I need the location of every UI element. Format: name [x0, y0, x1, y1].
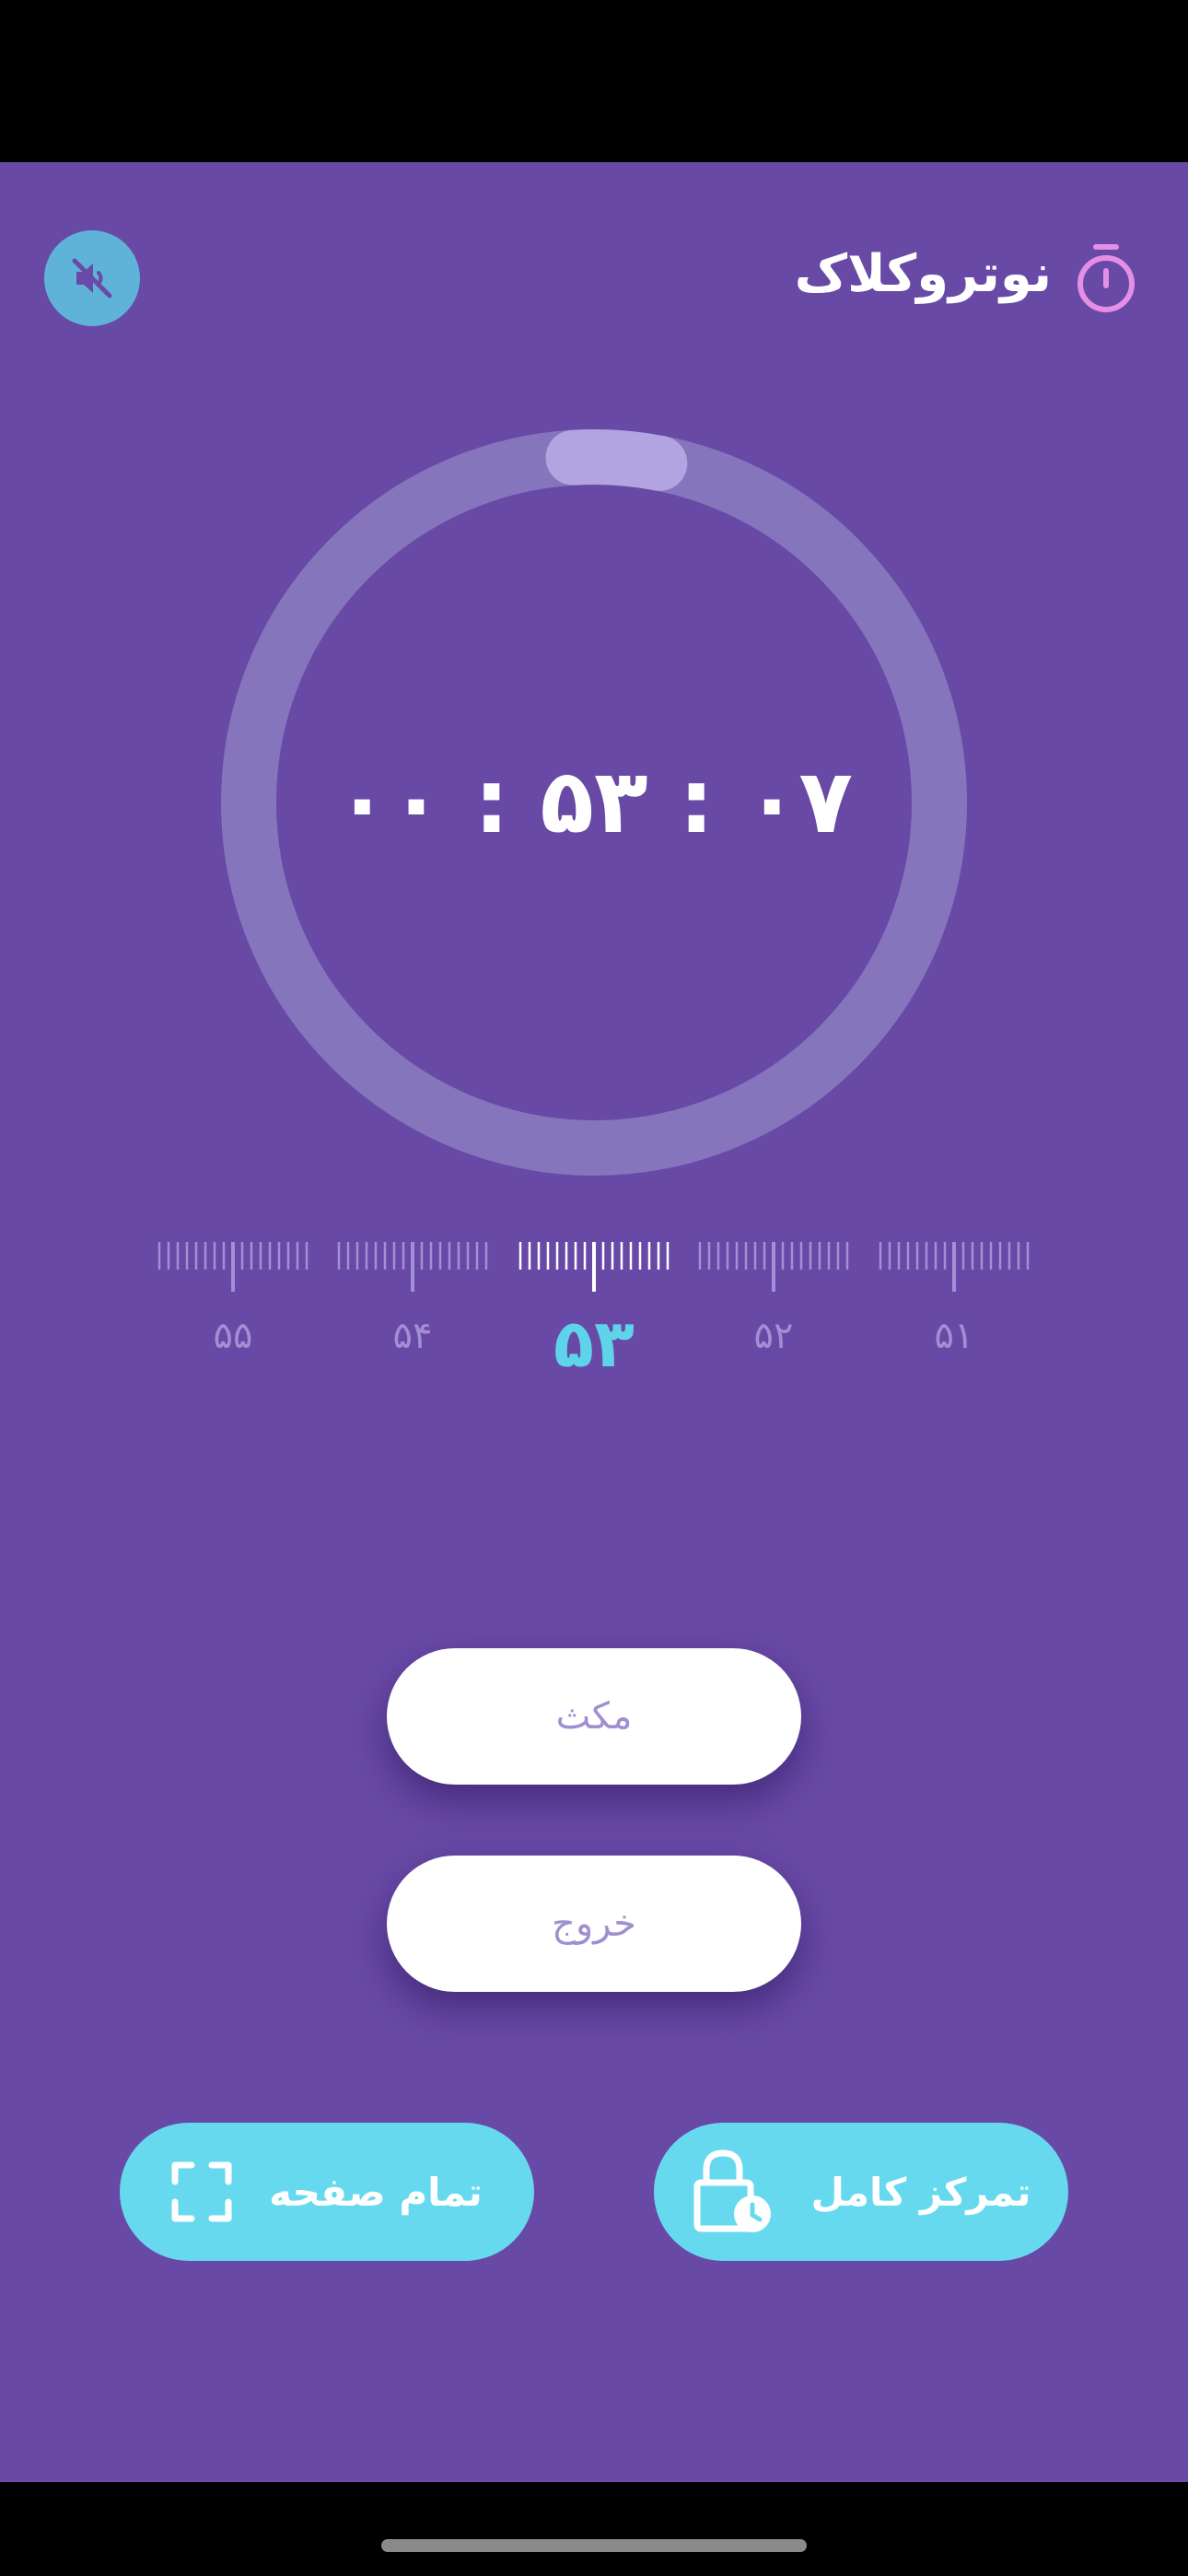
progress-ring-indicator: [545, 429, 688, 491]
exit-button[interactable]: خروج: [387, 1856, 801, 1992]
ruler-label[interactable]: ۵۱: [899, 1308, 1009, 1364]
pause-button[interactable]: مکث: [387, 1648, 801, 1785]
fullscreen-icon: [171, 2161, 232, 2222]
full-focus-button[interactable]: تمرکز کامل: [654, 2123, 1068, 2261]
full-focus-button-label: تمرکز کامل: [810, 2169, 1031, 2215]
ruler-label[interactable]: ۵۴: [357, 1308, 468, 1364]
ruler-label[interactable]: ۵۵: [178, 1308, 288, 1364]
screen: نوتروکلاک ۰۰ : ۵۳ : ۰۷ ۵۵ ۵۴ ۵۳ ۵۲ ۵۱ مک…: [0, 0, 1188, 2576]
stopwatch-icon: [1077, 244, 1135, 312]
pause-button-label: مکث: [555, 1695, 633, 1738]
fullscreen-button-label: تمام صفحه: [269, 2169, 483, 2215]
ruler-label-selected[interactable]: ۵۳: [539, 1297, 649, 1389]
home-indicator[interactable]: [381, 2539, 807, 2552]
lock-clock-icon: [693, 2149, 771, 2232]
ruler-label[interactable]: ۵۲: [718, 1308, 829, 1364]
app-title: نوتروکلاک: [794, 244, 1052, 304]
fullscreen-button[interactable]: تمام صفحه: [120, 2123, 534, 2261]
bottom-bar: [0, 2482, 1188, 2576]
exit-button-label: خروج: [552, 1903, 636, 1945]
mute-button[interactable]: [44, 230, 140, 326]
time-display: ۰۰ : ۵۳ : ۰۷: [334, 750, 854, 853]
status-bar: [0, 0, 1188, 162]
speaker-muted-icon: [72, 258, 112, 299]
minute-ruler[interactable]: [147, 1235, 1041, 1299]
